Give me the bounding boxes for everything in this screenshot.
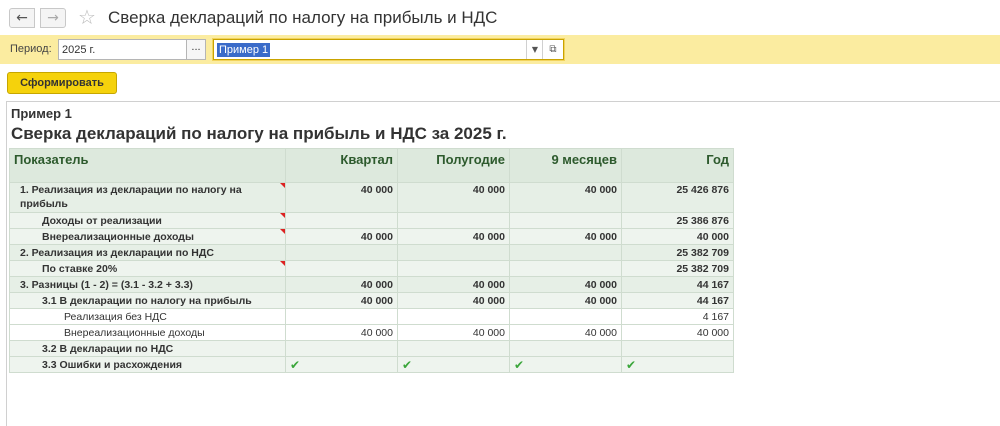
table-cell xyxy=(285,308,398,325)
row-label: 3. Разницы (1 - 2) = (3.1 - 3.2 + 3.3) xyxy=(9,276,286,293)
report-area: Пример 1 Сверка деклараций по налогу на … xyxy=(6,101,1000,426)
generate-button[interactable]: Сформировать xyxy=(7,72,117,94)
report-variant-caption: Пример 1 xyxy=(11,106,72,121)
title-bar: ← → ☆ Сверка деклараций по налогу на при… xyxy=(0,0,1000,34)
table-cell: 25 426 876 xyxy=(621,182,734,213)
table-cell xyxy=(397,308,510,325)
table-cell: 4 167 xyxy=(621,308,734,325)
report-variant-input[interactable]: Пример 1 ▼ ⧉ xyxy=(213,39,564,60)
table-cell: ✔ xyxy=(397,356,510,373)
column-header: Полугодие xyxy=(397,148,510,183)
table-cell xyxy=(285,260,398,277)
table-cell: 40 000 xyxy=(285,228,398,245)
table-cell: 40 000 xyxy=(397,276,510,293)
table-cell: 40 000 xyxy=(509,324,622,341)
parameters-panel: Период: 2025 г. ... Пример 1 ▼ ⧉ xyxy=(0,35,1000,64)
report-variant-value: Пример 1 xyxy=(217,43,271,57)
table-cell xyxy=(509,308,622,325)
table-cell: 40 000 xyxy=(509,276,622,293)
table-header-row: Показатель Квартал Полугодие 9 месяцев Г… xyxy=(9,148,734,183)
table-cell xyxy=(621,340,734,357)
check-icon: ✔ xyxy=(290,357,301,372)
comment-marker-icon xyxy=(280,183,285,188)
table-cell: ✔ xyxy=(621,356,734,373)
table-cell xyxy=(397,212,510,229)
table-cell xyxy=(509,340,622,357)
period-input[interactable]: 2025 г. ... xyxy=(58,39,206,60)
check-icon: ✔ xyxy=(626,357,637,372)
table-cell: ✔ xyxy=(285,356,398,373)
table-cell: 40 000 xyxy=(285,276,398,293)
period-value: 2025 г. xyxy=(62,44,96,56)
table-cell: 40 000 xyxy=(509,292,622,309)
table-cell: 40 000 xyxy=(509,228,622,245)
table-cell xyxy=(285,212,398,229)
row-label: 3.1 В декларации по налогу на прибыль xyxy=(9,292,286,309)
table-cell: 40 000 xyxy=(285,182,398,213)
table-cell: 25 382 709 xyxy=(621,260,734,277)
table-row[interactable]: Реализация без НДС 4 167 xyxy=(9,308,734,325)
comment-marker-icon xyxy=(280,261,285,266)
report-heading: Сверка деклараций по налогу на прибыль и… xyxy=(11,124,507,143)
table-row[interactable]: Доходы от реализации 25 386 876 xyxy=(9,212,734,229)
dropdown-arrow-icon[interactable]: ▼ xyxy=(526,40,543,59)
table-row[interactable]: 3.1 В декларации по налогу на прибыль 40… xyxy=(9,292,734,309)
row-label: Реализация без НДС xyxy=(9,308,286,325)
table-cell: 25 386 876 xyxy=(621,212,734,229)
table-cell: 40 000 xyxy=(397,182,510,213)
column-header: 9 месяцев xyxy=(509,148,622,183)
table-cell: 40 000 xyxy=(285,292,398,309)
row-label: Доходы от реализации xyxy=(9,212,286,229)
table-cell xyxy=(397,340,510,357)
open-form-icon[interactable]: ⧉ xyxy=(542,40,563,59)
report-table: Показатель Квартал Полугодие 9 месяцев Г… xyxy=(9,148,734,373)
table-row[interactable]: 3. Разницы (1 - 2) = (3.1 - 3.2 + 3.3) 4… xyxy=(9,276,734,293)
table-cell: 44 167 xyxy=(621,292,734,309)
table-cell: 25 382 709 xyxy=(621,244,734,261)
column-header: Квартал xyxy=(285,148,398,183)
table-cell: 40 000 xyxy=(621,228,734,245)
table-cell xyxy=(397,260,510,277)
table-cell xyxy=(509,212,622,229)
check-icon: ✔ xyxy=(402,357,413,372)
table-row[interactable]: 2. Реализация из декларации по НДС 25 38… xyxy=(9,244,734,261)
comment-marker-icon xyxy=(280,229,285,234)
table-cell: 40 000 xyxy=(509,182,622,213)
table-row[interactable]: По ставке 20% 25 382 709 xyxy=(9,260,734,277)
row-label: Внереализационные доходы xyxy=(9,324,286,341)
row-label: 3.2 В декларации по НДС xyxy=(9,340,286,357)
column-header: Показатель xyxy=(9,148,286,183)
period-label: Период: xyxy=(10,43,52,55)
check-icon: ✔ xyxy=(514,357,525,372)
period-select-button[interactable]: ... xyxy=(186,40,205,59)
table-cell: 40 000 xyxy=(621,324,734,341)
table-row[interactable]: 3.2 В декларации по НДС xyxy=(9,340,734,357)
row-label: По ставке 20% xyxy=(9,260,286,277)
table-cell xyxy=(285,244,398,261)
table-row[interactable]: Внереализационные доходы 40 000 40 000 4… xyxy=(9,324,734,341)
table-cell: 40 000 xyxy=(285,324,398,341)
table-cell: ✔ xyxy=(509,356,622,373)
table-cell: 40 000 xyxy=(397,324,510,341)
row-label: 3.3 Ошибки и расхождения xyxy=(9,356,286,373)
favorite-star-icon[interactable]: ☆ xyxy=(78,5,96,29)
row-label: Внереализационные доходы xyxy=(9,228,286,245)
table-row[interactable]: Внереализационные доходы 40 000 40 000 4… xyxy=(9,228,734,245)
back-arrow-icon[interactable]: ← xyxy=(9,8,35,28)
table-cell xyxy=(285,340,398,357)
table-cell xyxy=(397,244,510,261)
row-label: 1. Реализация из декларации по налогу на… xyxy=(9,182,286,213)
comment-marker-icon xyxy=(280,213,285,218)
table-cell xyxy=(509,260,622,277)
table-row[interactable]: 1. Реализация из декларации по налогу на… xyxy=(9,182,734,213)
table-cell: 40 000 xyxy=(397,228,510,245)
window-title: Сверка деклараций по налогу на прибыль и… xyxy=(108,8,498,27)
forward-arrow-icon[interactable]: → xyxy=(40,8,66,28)
column-header: Год xyxy=(621,148,734,183)
table-cell xyxy=(509,244,622,261)
table-row[interactable]: 3.3 Ошибки и расхождения ✔ ✔ ✔ ✔ xyxy=(9,356,734,373)
table-cell: 44 167 xyxy=(621,276,734,293)
row-label: 2. Реализация из декларации по НДС xyxy=(9,244,286,261)
table-cell: 40 000 xyxy=(397,292,510,309)
